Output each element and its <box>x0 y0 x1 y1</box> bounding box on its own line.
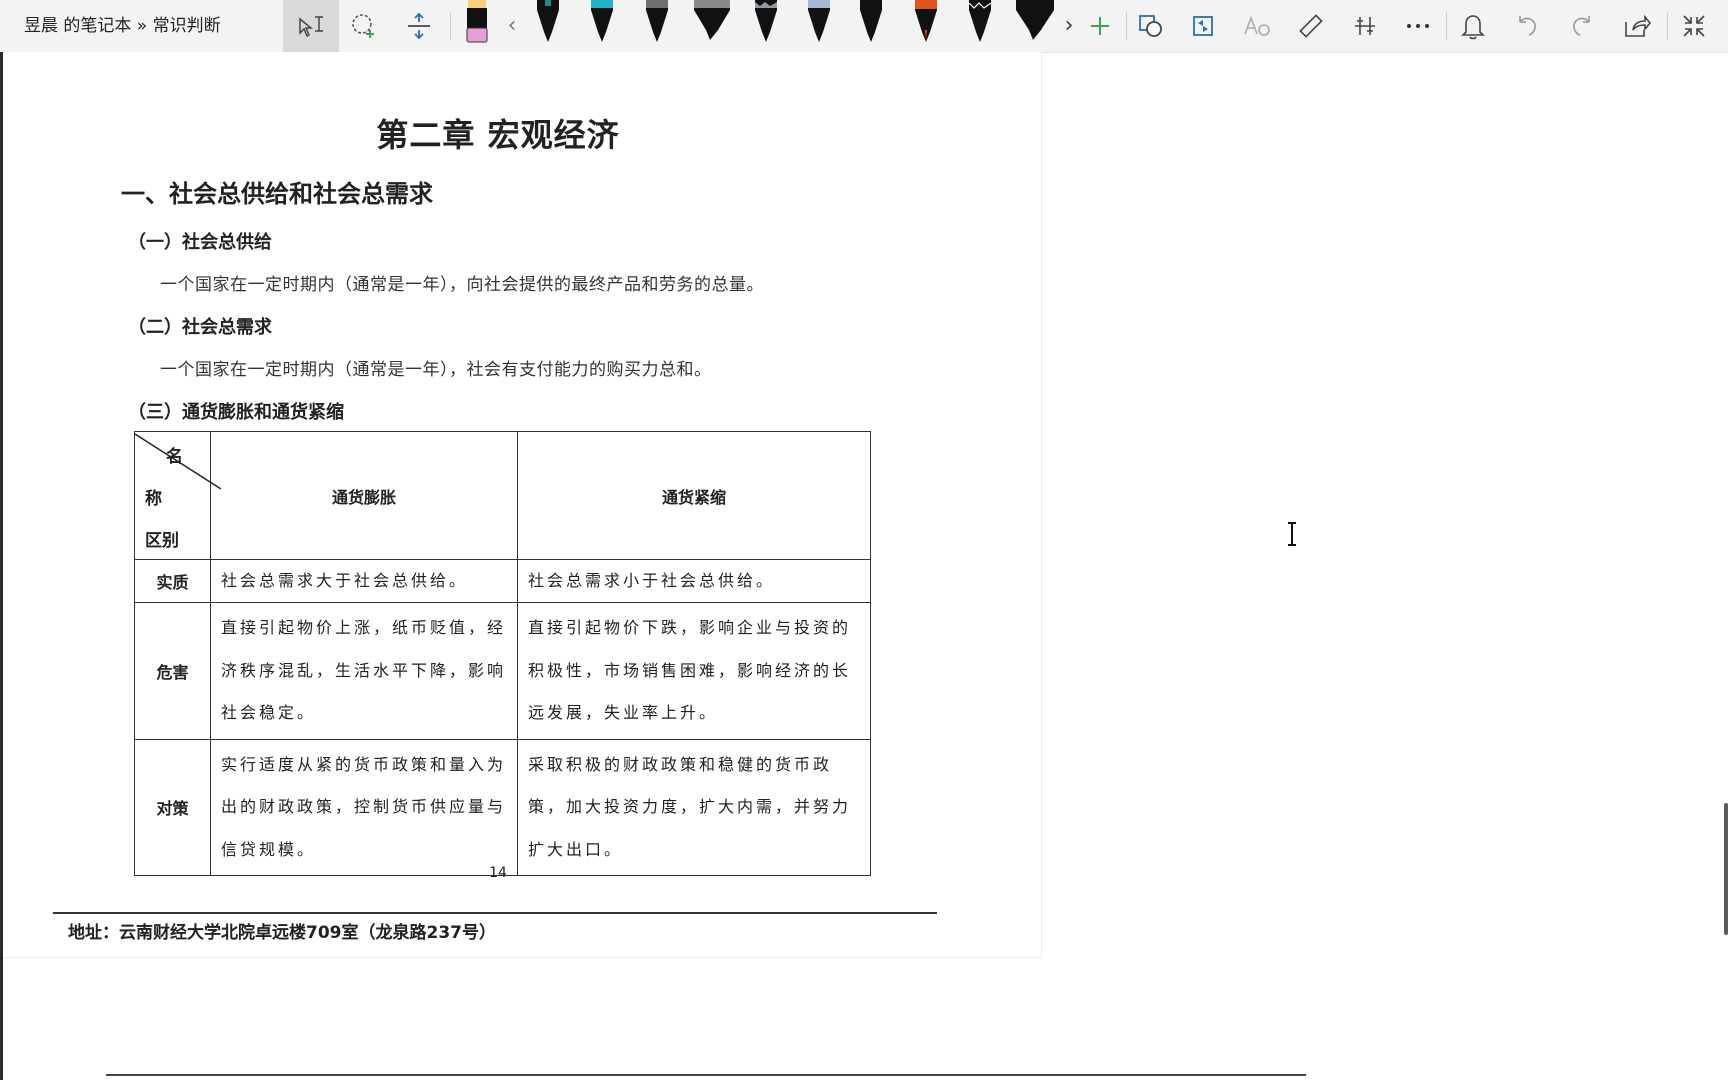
ink-to-shape-icon <box>1139 15 1162 37</box>
table-row: 危害 直接引起物价上涨，纸币贬值，经济秩序混乱，生活水平下降，影响社会稳定。 直… <box>134 602 871 740</box>
corner-label-middle: 称 <box>145 489 162 509</box>
corner-label-bottom: 区别 <box>145 531 179 551</box>
pen-icon <box>537 0 559 42</box>
undo-icon <box>1519 16 1536 36</box>
column-header-deflation: 通货紧缩 <box>517 431 871 560</box>
vertical-scrollbar[interactable] <box>1724 803 1728 935</box>
pen-icon <box>808 0 830 42</box>
table-cell: 实行适度从紧的货币政策和量入为出的财政政策，控制货币供应量与信贷规模。 <box>210 738 518 876</box>
footer-address: 地址：云南财经大学北院卓远楼709室（龙泉路237号） <box>68 923 496 943</box>
ink-to-shape-button[interactable] <box>1129 4 1173 48</box>
highlighter-icon <box>466 0 488 43</box>
pen-9[interactable] <box>960 0 1000 46</box>
table-cell: 采取积极的财政政策和稳健的货币政策，加大投资力度，扩大内需，并努力扩大出口。 <box>517 738 871 876</box>
lasso-select-button[interactable] <box>342 4 386 48</box>
chapter-title: 第二章 宏观经济 <box>376 116 620 154</box>
collapse-button[interactable] <box>1672 4 1716 48</box>
row-label: 对策 <box>134 738 211 876</box>
pen-icon <box>968 0 992 42</box>
row-label: 危害 <box>134 602 211 740</box>
toolbar: 昱晨 的笔记本 » 常识判断 ‹ › <box>0 0 1728 53</box>
pen-2[interactable] <box>582 0 622 46</box>
lasso-select-icon <box>352 14 374 38</box>
collapse-icon <box>1683 15 1705 37</box>
subsection-heading-3: （三）通货膨胀和通货紧缩 <box>128 402 344 423</box>
adjust-button[interactable] <box>1343 4 1387 48</box>
ink-to-text-button[interactable] <box>1235 4 1279 48</box>
pens-scroll-right[interactable]: › <box>1060 0 1078 52</box>
add-pen-button[interactable] <box>1078 4 1122 48</box>
bell-icon <box>1461 15 1485 40</box>
pen-7[interactable] <box>851 0 891 46</box>
pen-icon <box>591 0 613 42</box>
section-heading: 一、社会总供给和社会总需求 <box>121 179 433 208</box>
corner-label-top: 名 <box>166 447 183 467</box>
subsection-text-1: 一个国家在一定时期内（通常是一年），向社会提供的最终产品和劳务的总量。 <box>160 275 764 295</box>
pen-icon <box>755 0 777 42</box>
ruler-icon <box>1299 14 1323 38</box>
subsection-heading-1: （一）社会总供给 <box>128 232 272 253</box>
more-icon <box>1407 24 1429 28</box>
marker-icon <box>1016 0 1054 40</box>
document-page: 第二章 宏观经济 一、社会总供给和社会总需求 （一）社会总供给 一个国家在一定时… <box>3 52 1042 958</box>
ink-replay-icon <box>1193 16 1213 36</box>
row-label: 实质 <box>134 559 211 603</box>
pen-icon <box>915 0 937 42</box>
table-cell: 社会总需求小于社会总供给。 <box>517 559 871 603</box>
redo-button[interactable] <box>1560 4 1604 48</box>
pen-4[interactable] <box>690 0 734 46</box>
table-header-row: 名 称 区别 通货膨胀 通货紧缩 <box>134 431 871 560</box>
ink-replay-button[interactable] <box>1181 4 1225 48</box>
pen-3[interactable] <box>637 0 677 46</box>
page-number: 14 <box>489 865 507 881</box>
select-text-button[interactable] <box>283 0 339 52</box>
pen-10[interactable] <box>1012 0 1058 46</box>
more-button[interactable] <box>1396 4 1440 48</box>
table-row: 实质 社会总需求大于社会总供给。 社会总需求小于社会总供给。 <box>134 559 871 603</box>
subsection-heading-2: （二）社会总需求 <box>128 317 272 338</box>
share-icon <box>1625 14 1651 37</box>
pen-icon <box>646 0 668 42</box>
adjust-icon <box>1355 17 1375 35</box>
subsection-text-2: 一个国家在一定时期内（通常是一年），社会有支付能力的购买力总和。 <box>160 360 712 380</box>
add-space-button[interactable] <box>397 4 441 48</box>
text-cursor-icon <box>1288 522 1296 546</box>
share-button[interactable] <box>1615 4 1659 48</box>
pen-6[interactable] <box>799 0 839 46</box>
highlighter-pen[interactable] <box>457 0 497 46</box>
pen-icon <box>860 0 882 42</box>
ruler-button[interactable] <box>1289 4 1333 48</box>
pens-scroll-left[interactable]: ‹ <box>503 0 521 52</box>
undo-button[interactable] <box>1505 4 1549 48</box>
table-cell: 直接引起物价上涨，纸币贬值，经济秩序混乱，生活水平下降，影响社会稳定。 <box>210 602 518 740</box>
pen-1[interactable] <box>528 0 568 46</box>
table-cell: 直接引起物价下跌，影响企业与投资的积极性，市场销售困难，影响经济的长远发展，失业… <box>517 602 871 740</box>
select-text-icon <box>299 16 323 38</box>
footer-divider <box>53 912 937 914</box>
table-row: 对策 实行适度从紧的货币政策和量入为出的财政政策，控制货币供应量与信贷规模。 采… <box>134 738 871 876</box>
table-corner-cell: 名 称 区别 <box>134 431 221 560</box>
table-cell: 社会总需求大于社会总供给。 <box>210 559 518 603</box>
add-space-icon <box>408 12 430 40</box>
redo-icon <box>1573 16 1590 36</box>
notifications-button[interactable] <box>1451 4 1495 48</box>
next-page-divider <box>106 1074 1306 1076</box>
add-pen-icon <box>1091 17 1109 35</box>
ink-to-text-icon <box>1244 15 1270 36</box>
column-header-inflation: 通货膨胀 <box>210 431 518 560</box>
pen-5[interactable] <box>746 0 786 46</box>
pen-8[interactable] <box>906 0 946 46</box>
comparison-table: 名 称 区别 通货膨胀 通货紧缩 实质 社会总需求大于社会总供给。 社会总需求小… <box>134 431 871 876</box>
breadcrumb[interactable]: 昱晨 的笔记本 » 常识判断 <box>24 0 221 52</box>
marker-icon <box>694 0 730 40</box>
